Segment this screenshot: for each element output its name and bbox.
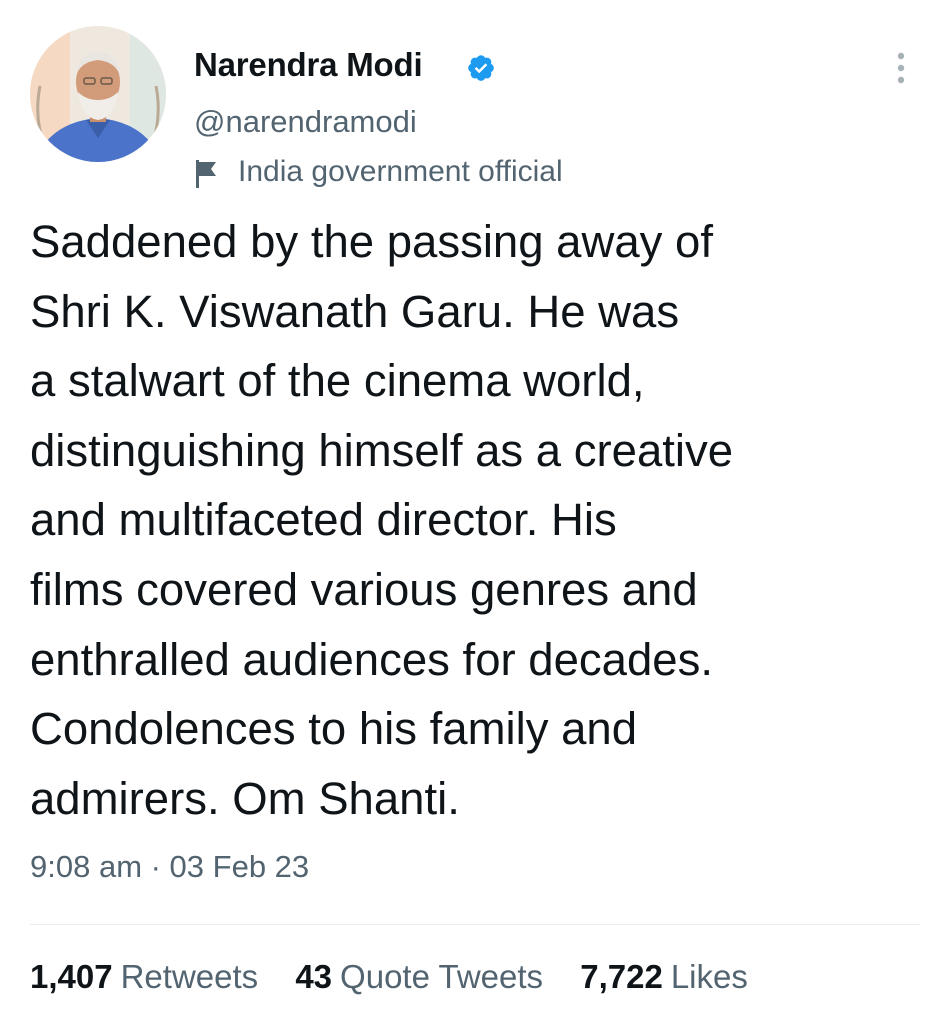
likes-label: Likes bbox=[670, 958, 748, 995]
author-name[interactable]: Narendra Modi bbox=[194, 46, 423, 84]
avatar-portrait bbox=[30, 26, 166, 162]
tweet-card: Narendra Modi @narendramodi India govern… bbox=[0, 0, 951, 1024]
quote-tweets-count: 43 bbox=[295, 958, 333, 995]
quote-tweets-label: Quote Tweets bbox=[340, 958, 544, 995]
quote-tweets-stat[interactable]: 43 Quote Tweets bbox=[295, 958, 543, 996]
divider bbox=[30, 924, 920, 925]
tweet-text-line: distinguishing himself as a creative bbox=[30, 424, 734, 476]
verified-badge-icon bbox=[468, 55, 494, 81]
author-handle[interactable]: @narendramodi bbox=[194, 104, 417, 140]
tweet-text-line: and multifaceted director. His bbox=[30, 494, 617, 546]
tweet-text-line: a stalwart of the cinema world, bbox=[30, 355, 645, 407]
tweet-text-line: Condolences to his family and bbox=[30, 703, 638, 755]
retweets-stat[interactable]: 1,407 Retweets bbox=[30, 958, 258, 996]
tweet-text-line: Shri K. Viswanath Garu. He was bbox=[30, 285, 680, 337]
retweets-label: Retweets bbox=[120, 958, 259, 995]
tweet-stats: 1,407 Retweets 43 Quote Tweets 7,722 Likes bbox=[30, 958, 776, 996]
account-label-text: India government official bbox=[238, 155, 563, 188]
more-vertical-icon[interactable] bbox=[888, 50, 914, 86]
flag-icon bbox=[196, 160, 216, 188]
likes-stat[interactable]: 7,722 Likes bbox=[580, 958, 748, 996]
avatar[interactable] bbox=[30, 26, 166, 162]
tweet-text-line: Saddened by the passing away of bbox=[30, 216, 713, 267]
likes-count: 7,722 bbox=[580, 958, 663, 995]
tweet-text-line: enthralled audiences for decades. bbox=[30, 633, 713, 685]
tweet-text-line: admirers. Om Shanti. bbox=[30, 772, 460, 824]
tweet-text: Saddened by the passing away of Shri K. … bbox=[30, 207, 930, 833]
retweets-count: 1,407 bbox=[30, 958, 113, 995]
tweet-timestamp[interactable]: 9:08 am · 03 Feb 23 bbox=[30, 849, 309, 885]
tweet-text-line: films covered various genres and bbox=[30, 563, 698, 615]
